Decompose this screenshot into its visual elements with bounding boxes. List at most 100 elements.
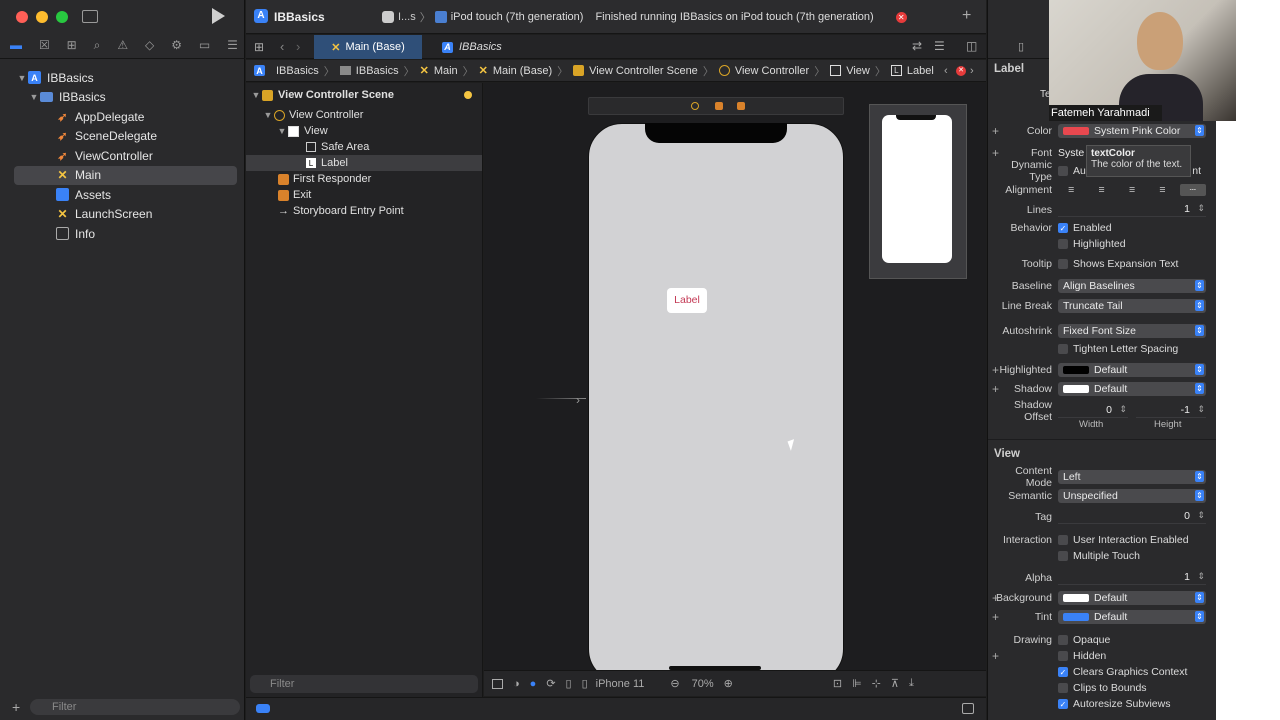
baseline-popup[interactable]: Align Baselines: [1058, 279, 1206, 293]
breadcrumb-item[interactable]: IBBasics: [276, 65, 319, 77]
tree-item-group[interactable]: ▼ IBBasics: [0, 88, 245, 108]
breadcrumb-item[interactable]: View Controller: [735, 65, 809, 77]
breadcrumb-item[interactable]: Main: [434, 65, 458, 77]
tree-item-main[interactable]: ✕ Main: [14, 165, 237, 185]
selected-label[interactable]: Label: [667, 288, 707, 313]
storyboard-canvas[interactable]: › Label: [484, 83, 986, 670]
issue-nav-icon[interactable]: ⚠: [117, 38, 128, 53]
add-variation-icon[interactable]: +: [992, 649, 999, 663]
autoshrink-popup[interactable]: Fixed Font Size: [1058, 324, 1206, 338]
outline-item-safe-area[interactable]: Safe Area: [246, 139, 482, 155]
outline-item-first-responder[interactable]: First Responder: [246, 171, 482, 187]
breadcrumb-item[interactable]: IBBasics: [356, 65, 399, 77]
forward-arrow-icon[interactable]: ›: [296, 39, 300, 54]
split-editor-icon[interactable]: ◫: [966, 39, 977, 53]
debug-area-toggle-icon[interactable]: [256, 704, 270, 713]
device-name-label[interactable]: iPhone 11: [596, 678, 645, 690]
outline-item-label[interactable]: L Label: [246, 155, 482, 171]
sidebar-toggle-icon[interactable]: [82, 10, 98, 23]
first-responder-icon[interactable]: [715, 102, 723, 110]
grid-icon[interactable]: ⊞: [254, 40, 264, 54]
activity-status[interactable]: I...s 〉 iPod touch (7th generation) Fini…: [382, 6, 982, 28]
outline-filter-input[interactable]: Filter: [250, 675, 478, 693]
tree-item-viewcontroller[interactable]: ➶ ViewController: [0, 146, 245, 166]
tab-ibbasics[interactable]: A IBBasics: [442, 35, 502, 59]
tag-stepper[interactable]: 0: [1058, 510, 1206, 524]
breadcrumb-item[interactable]: View: [846, 65, 870, 77]
zoom-window-button[interactable]: [56, 11, 68, 23]
tree-item-appdelegate[interactable]: ➶ AppDelegate: [0, 107, 245, 127]
tree-item-launchscreen[interactable]: ✕ LaunchScreen: [0, 205, 245, 225]
semantic-popup[interactable]: Unspecified: [1058, 489, 1206, 503]
shadow-width-stepper[interactable]: 0: [1058, 404, 1128, 418]
opaque-checkbox[interactable]: [1058, 635, 1068, 645]
debug-nav-icon[interactable]: ⚙: [171, 38, 182, 53]
align-justify-icon[interactable]: ≡: [1149, 184, 1175, 196]
minimap[interactable]: [869, 104, 967, 279]
orientation-icon[interactable]: ⟳: [546, 677, 555, 690]
disclosure-triangle-icon[interactable]: ▼: [28, 92, 40, 102]
file-inspector-icon[interactable]: ▯: [1018, 40, 1024, 53]
prev-issue-icon[interactable]: ‹: [944, 65, 948, 77]
highlighted-checkbox[interactable]: [1058, 239, 1068, 249]
align-left-icon[interactable]: ≡: [1058, 184, 1084, 196]
text-color-popup[interactable]: System Pink Color: [1058, 124, 1206, 138]
find-nav-icon[interactable]: ⌕: [94, 38, 101, 53]
test-nav-icon[interactable]: ◇: [145, 38, 154, 53]
hidden-checkbox[interactable]: [1058, 651, 1068, 661]
exit-icon[interactable]: [737, 102, 745, 110]
outline-item-scene[interactable]: ▼ View Controller Scene: [246, 87, 482, 103]
tree-item-assets[interactable]: Assets: [0, 185, 245, 205]
navigator-filter-input[interactable]: Filter: [30, 699, 240, 715]
warning-dot-icon[interactable]: [464, 91, 472, 99]
disclosure-triangle-icon[interactable]: ▼: [250, 90, 262, 100]
add-constraints-icon[interactable]: ⊹: [872, 677, 881, 690]
line-break-popup[interactable]: Truncate Tail: [1058, 299, 1206, 313]
run-button[interactable]: [212, 8, 225, 24]
alignment-segmented-control[interactable]: ≡ ≡ ≡ ≡ ┄: [1058, 183, 1207, 197]
add-variation-icon[interactable]: +: [992, 363, 999, 377]
breadcrumb-item[interactable]: Main (Base): [493, 65, 552, 77]
dynamic-type-checkbox[interactable]: [1058, 166, 1068, 176]
clears-context-checkbox[interactable]: ✓: [1058, 667, 1068, 677]
folder-nav-icon[interactable]: ▬: [10, 38, 22, 53]
tree-item-scenedelegate[interactable]: ➶ SceneDelegate: [0, 127, 245, 147]
appearance-icon[interactable]: ◑: [513, 678, 520, 690]
source-control-nav-icon[interactable]: ☒: [39, 38, 50, 53]
zoom-in-icon[interactable]: ⊕: [724, 677, 733, 690]
error-indicator-icon[interactable]: ✕: [956, 65, 966, 76]
minimize-window-button[interactable]: [36, 11, 48, 23]
related-items-icon[interactable]: ⇄: [912, 39, 922, 53]
outline-item-view-controller[interactable]: ▼ View Controller: [246, 107, 482, 123]
report-nav-icon[interactable]: ☰: [227, 38, 238, 53]
outline-item-entry-point[interactable]: → Storyboard Entry Point: [246, 203, 482, 219]
shadow-height-stepper[interactable]: -1: [1136, 404, 1206, 418]
accessibility-icon[interactable]: ●: [530, 678, 537, 690]
breadcrumb-item[interactable]: View Controller Scene: [589, 65, 698, 77]
add-tab-button[interactable]: +: [962, 7, 971, 25]
add-variation-icon[interactable]: +: [992, 124, 999, 138]
alpha-stepper[interactable]: 1: [1058, 571, 1206, 585]
shadow-color-popup[interactable]: Default: [1058, 382, 1206, 396]
outline-item-view[interactable]: ▼ View: [246, 123, 482, 139]
align-right-icon[interactable]: ≡: [1119, 184, 1145, 196]
embed-in-icon[interactable]: ⤓: [909, 677, 914, 690]
tab-main-base[interactable]: ✕ Main (Base): [314, 35, 422, 59]
editor-options-icon[interactable]: ☰: [934, 39, 945, 53]
clips-to-bounds-checkbox[interactable]: [1058, 683, 1068, 693]
disclosure-triangle-icon[interactable]: ▼: [276, 126, 288, 136]
add-variation-icon[interactable]: +: [992, 146, 999, 160]
add-file-button[interactable]: +: [12, 699, 20, 715]
symbol-nav-icon[interactable]: ⊞: [67, 38, 77, 53]
tree-item-info[interactable]: Info: [0, 224, 245, 244]
tighten-checkbox[interactable]: [1058, 344, 1068, 354]
enabled-checkbox[interactable]: ✓: [1058, 223, 1068, 233]
scene-dock[interactable]: [588, 97, 844, 115]
add-variation-icon[interactable]: +: [992, 591, 999, 605]
iphone-canvas-view[interactable]: Label: [588, 123, 844, 670]
resolve-issues-icon[interactable]: ⊼: [891, 677, 899, 690]
align-center-icon[interactable]: ≡: [1088, 184, 1114, 196]
highlighted-color-popup[interactable]: Default: [1058, 363, 1206, 377]
disclosure-triangle-icon[interactable]: ▼: [262, 110, 274, 120]
multiple-touch-checkbox[interactable]: [1058, 551, 1068, 561]
